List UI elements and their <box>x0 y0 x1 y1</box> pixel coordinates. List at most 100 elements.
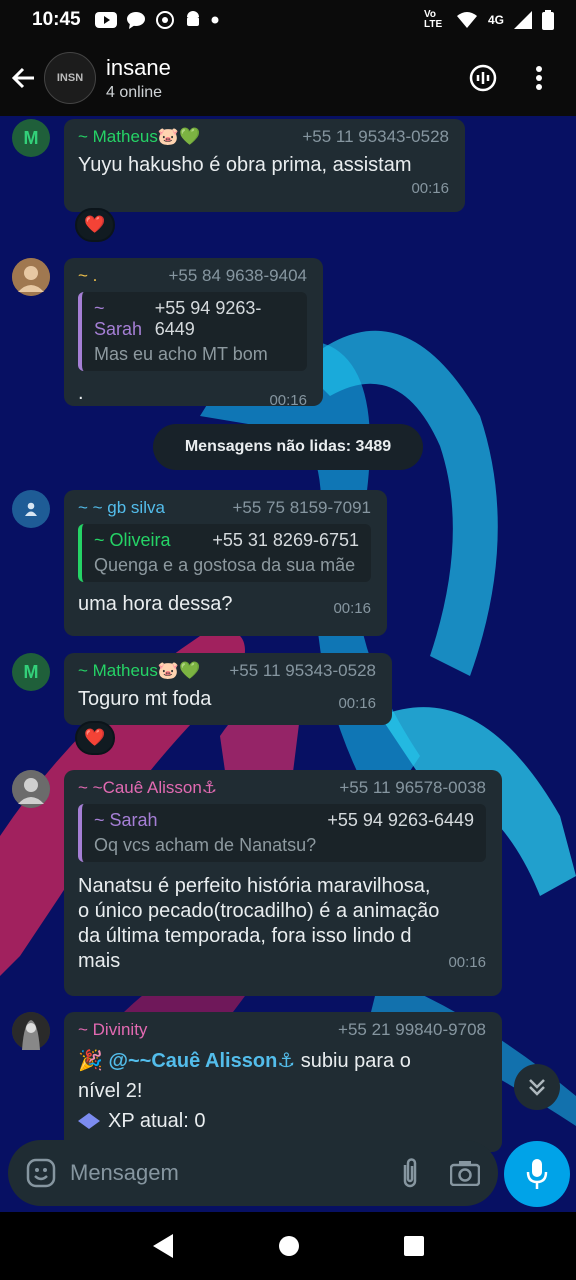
message-time: 00:16 <box>411 180 449 197</box>
sender-phone: +55 11 95343-0528 <box>302 127 449 146</box>
battery-icon <box>542 10 554 30</box>
sender-name[interactable]: ~ ~Cauê Alisson⚓ <box>78 778 217 798</box>
back-arrow-icon[interactable] <box>10 64 38 92</box>
quoted-text: Oq vcs acham de Nanatsu? <box>94 835 317 855</box>
dot-icon <box>211 16 219 24</box>
avatar-letter: M <box>23 661 39 682</box>
nav-home-icon[interactable] <box>278 1235 300 1257</box>
avatar[interactable] <box>12 490 50 528</box>
message-bubble[interactable]: ~ . +55 84 9638-9404 ~ Sarah +55 94 9263… <box>64 258 323 409</box>
quoted-sender: ~ Sarah <box>94 298 143 339</box>
quoted-message[interactable]: ~ Sarah +55 94 9263-6449 Oq vcs acham de… <box>78 804 486 862</box>
party-emoji: 🎉 <box>78 1050 103 1072</box>
group-title: insane <box>106 54 171 80</box>
quoted-message[interactable]: ~ Oliveira +55 31 8269-6751 Quenga e a g… <box>78 524 371 582</box>
whatsapp-icon <box>155 11 174 29</box>
mention-link[interactable]: @~~Cauê Alisson⚓ <box>108 1050 295 1072</box>
message-text: Yuyu hakusho é obra prima, assistam <box>78 154 412 176</box>
message-text-part: subiu para o <box>295 1050 411 1072</box>
wifi-icon <box>456 12 477 28</box>
system-navigation-bar <box>0 1212 576 1280</box>
avatar[interactable]: M <box>12 653 50 691</box>
profile-photo-icon <box>12 1012 50 1050</box>
message-bubble[interactable]: ~ Matheus🐷💚 +55 11 95343-0528 Toguro mt … <box>64 653 392 725</box>
microphone-icon <box>526 1159 548 1189</box>
message-time: 00:16 <box>269 392 307 409</box>
sender-name[interactable]: ~ . <box>78 266 97 286</box>
youtube-icon <box>94 12 117 28</box>
quoted-phone: +55 94 9263-6449 <box>327 810 474 830</box>
voice-chat-button[interactable] <box>468 63 498 93</box>
sender-phone: +55 75 8159-7091 <box>232 498 372 517</box>
quoted-text: Mas eu acho MT bom <box>94 344 268 364</box>
message-bubble[interactable]: ~ Matheus🐷💚 +55 11 95343-0528 Yuyu hakus… <box>64 119 465 212</box>
double-chevron-down-icon <box>529 1079 545 1096</box>
message-time: 00:16 <box>338 695 376 712</box>
status-bar: 10:45 Vo LTE 4G <box>0 0 576 40</box>
message-input-bar[interactable]: Mensagem <box>8 1140 498 1206</box>
camera-icon[interactable] <box>450 1160 480 1186</box>
reaction-badge[interactable]: ❤️ <box>75 721 115 755</box>
scroll-to-bottom-button[interactable] <box>514 1064 560 1110</box>
status-time: 10:45 <box>32 9 81 30</box>
sender-phone: +55 11 96578-0038 <box>339 778 486 797</box>
message-text: Toguro mt foda <box>78 688 212 710</box>
volte-label: Vo LTE <box>423 9 443 30</box>
avatar[interactable] <box>12 1012 50 1050</box>
unread-messages-divider: Mensagens não lidas: 3489 <box>153 424 423 470</box>
attach-clip-icon[interactable] <box>400 1157 420 1189</box>
group-subtitle: 4 online <box>106 83 163 101</box>
nav-back-icon[interactable] <box>151 1233 175 1259</box>
audio-wave-icon <box>469 64 497 92</box>
emoji-icon[interactable] <box>26 1158 56 1188</box>
sender-name[interactable]: ~ Matheus🐷💚 <box>78 127 200 147</box>
group-avatar-text: INSN <box>56 72 84 84</box>
quoted-sender: ~ Oliveira <box>94 530 171 550</box>
message-text: 🎉 @~~Cauê Alisson⚓ subiu para o nível 2!… <box>78 1046 486 1136</box>
sender-name[interactable]: ~ Matheus🐷💚 <box>78 661 200 681</box>
quoted-message[interactable]: ~ Sarah +55 94 9263-6449 Mas eu acho MT … <box>78 292 307 371</box>
diamond-icon <box>78 1113 100 1129</box>
network-label: 4G <box>487 13 504 27</box>
signal-icon <box>514 11 532 29</box>
group-info[interactable]: insane 4 online <box>106 55 171 102</box>
heart-reaction: ❤️ <box>84 215 106 234</box>
sender-name[interactable]: ~ Divinity <box>78 1020 147 1040</box>
message-input[interactable]: Mensagem <box>70 1160 179 1186</box>
message-bubble[interactable]: ~ Divinity +55 21 99840-9708 🎉 @~~Cauê A… <box>64 1012 502 1152</box>
reaction-badge[interactable]: ❤️ <box>75 208 115 242</box>
chat-header: INSN insane 4 online <box>0 40 576 116</box>
sender-phone: +55 11 95343-0528 <box>229 661 376 680</box>
quoted-phone: +55 94 9263-6449 <box>154 298 262 339</box>
group-avatar[interactable]: INSN <box>44 52 96 104</box>
avatar[interactable]: M <box>12 119 50 157</box>
profile-photo-icon <box>12 770 50 808</box>
chat-area[interactable]: M ~ Matheus🐷💚 +55 11 95343-0528 Yuyu hak… <box>0 116 576 1212</box>
default-user-icon <box>25 502 37 516</box>
kebab-menu-icon <box>536 66 542 90</box>
quoted-phone: +55 31 8269-6751 <box>212 530 359 550</box>
microphone-button[interactable] <box>504 1141 570 1207</box>
message-time: 00:16 <box>448 954 486 971</box>
nav-recents-icon[interactable] <box>403 1235 425 1257</box>
profile-photo-icon <box>12 258 50 296</box>
sender-name[interactable]: ~ ~ gb silva <box>78 498 165 518</box>
unread-label: Mensagens não lidas: 3489 <box>184 438 392 455</box>
message-text: uma hora dessa? <box>78 593 233 615</box>
message-time: 00:16 <box>333 600 371 617</box>
more-options-button[interactable] <box>524 63 554 93</box>
message-bubble[interactable]: ~ ~Cauê Alisson⚓ +55 11 96578-0038 ~ Sar… <box>64 770 502 996</box>
message-line: Nanatsu é perfeito história maravilhosa, <box>78 875 431 897</box>
message-line: nível 2! <box>78 1080 143 1102</box>
xp-line: XP atual: 0 <box>108 1110 206 1132</box>
quoted-sender: ~ Sarah <box>94 810 158 830</box>
sender-phone: +55 21 99840-9708 <box>338 1020 486 1039</box>
message-line: da última temporada, fora isso lindo d <box>78 925 412 947</box>
sender-phone: +55 84 9638-9404 <box>168 266 308 285</box>
avatar[interactable] <box>12 258 50 296</box>
quoted-text: Quenga e a gostosa da sua mãe <box>94 555 356 575</box>
avatar[interactable] <box>12 770 50 808</box>
heart-reaction: ❤️ <box>84 728 106 747</box>
message-bubble[interactable]: ~ ~ gb silva +55 75 8159-7091 ~ Oliveira… <box>64 490 387 636</box>
chat-bubble-icon <box>126 12 145 29</box>
